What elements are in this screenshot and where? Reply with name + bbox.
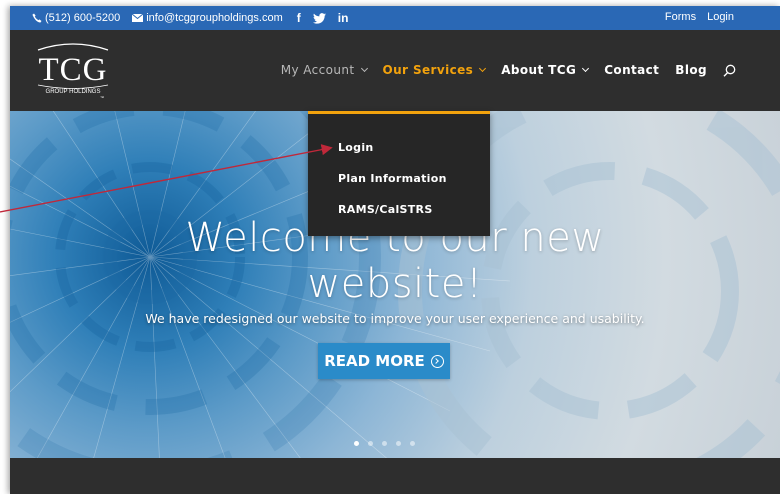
main-nav: My Account Our Services About TCG Contac… [281, 63, 736, 77]
slider-dot[interactable] [382, 441, 387, 446]
top-bar: (512) 600-5200 info@tcggroupholdings.com… [10, 6, 780, 30]
tcg-logo[interactable]: TCG GROUP HOLDINGS ™ [34, 40, 112, 100]
search-icon[interactable] [723, 64, 736, 77]
nav-contact[interactable]: Contact [604, 63, 659, 77]
chevron-down-icon [582, 64, 590, 73]
facebook-icon[interactable]: f [297, 11, 301, 25]
logo-subtext: GROUP HOLDINGS [46, 89, 101, 95]
email-address: info@tcggroupholdings.com [146, 12, 283, 24]
dropdown-item-login[interactable]: Login [338, 141, 374, 154]
slider-dot[interactable] [368, 441, 373, 446]
nav-about-tcg-label: About TCG [501, 63, 577, 77]
linkedin-icon[interactable]: in [338, 11, 349, 25]
chevron-down-icon [360, 64, 368, 73]
nav-our-services-label: Our Services [382, 63, 474, 77]
forms-link[interactable]: Forms [665, 11, 696, 23]
phone-number: (512) 600-5200 [45, 12, 121, 24]
services-dropdown: Login Plan Information RAMS/CalSTRS [308, 111, 490, 236]
hero-title-line-2: website! [307, 261, 483, 307]
contact-info: (512) 600-5200 info@tcggroupholdings.com… [32, 11, 348, 25]
chevron-down-icon [479, 64, 487, 73]
nav-my-account[interactable]: My Account [280, 63, 368, 77]
browser-page: (512) 600-5200 info@tcggroupholdings.com… [10, 6, 780, 494]
email-link[interactable]: info@tcggroupholdings.com [132, 12, 283, 24]
dropdown-item-rams-calstrs[interactable]: RAMS/CalSTRS [338, 203, 433, 216]
footer-bar [10, 458, 780, 494]
slider-dot[interactable] [396, 441, 401, 446]
slider-dots [354, 441, 415, 446]
nav-my-account-label: My Account [280, 63, 355, 77]
slider-dot[interactable] [410, 441, 415, 446]
phone-link[interactable]: (512) 600-5200 [32, 12, 120, 24]
logo-text: TCG [39, 52, 108, 88]
phone-icon [32, 13, 42, 23]
arrow-circle-icon [430, 354, 444, 368]
slider-dot[interactable] [354, 441, 359, 446]
nav-our-services[interactable]: Our Services [382, 63, 487, 77]
login-link[interactable]: Login [707, 11, 734, 23]
logo-tm: ™ [100, 95, 104, 100]
hero-subtitle: We have redesigned our website to improv… [145, 311, 645, 326]
site-header: TCG GROUP HOLDINGS ™ My Account Our Serv… [10, 30, 780, 111]
twitter-icon[interactable] [312, 12, 326, 24]
nav-blog[interactable]: Blog [675, 63, 707, 77]
top-links: Forms Login [665, 11, 734, 23]
nav-about-tcg[interactable]: About TCG [501, 63, 590, 77]
logo-graphic: TCG GROUP HOLDINGS ™ [37, 43, 109, 100]
envelope-icon [132, 14, 144, 22]
read-more-label: READ MORE [324, 352, 425, 370]
dropdown-item-plan-information[interactable]: Plan Information [338, 172, 447, 185]
read-more-button[interactable]: READ MORE [318, 343, 450, 379]
